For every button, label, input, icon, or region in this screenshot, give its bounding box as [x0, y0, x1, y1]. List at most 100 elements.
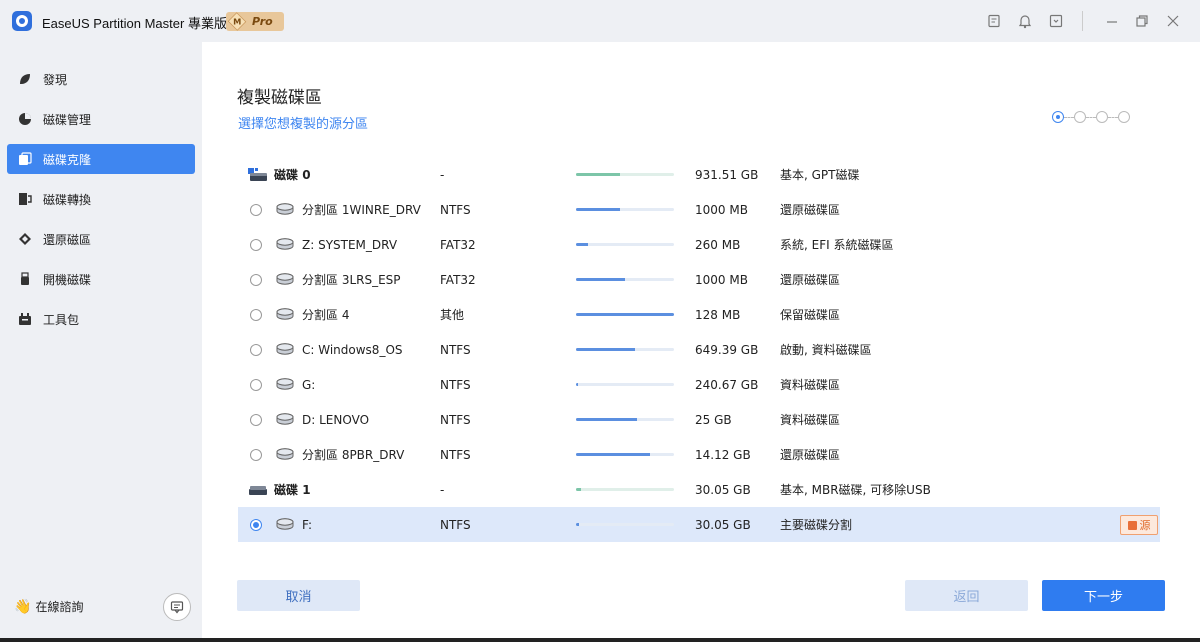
back-button[interactable]: 返回 [905, 580, 1028, 611]
partition-name: 分割區 4 [302, 308, 350, 322]
partition-icon [276, 413, 294, 425]
file-system: NTFS [440, 447, 471, 462]
online-help-label: 在線諮詢 [35, 600, 84, 614]
partition-size: 30.05 GB [695, 482, 751, 497]
usage-bar-fill [576, 418, 637, 421]
usage-bar [576, 453, 674, 456]
partition-radio[interactable] [250, 413, 262, 426]
partition-icon [276, 238, 294, 250]
gpt-disk-icon [248, 168, 268, 182]
usage-bar-fill [576, 488, 581, 491]
partition-icon [276, 343, 294, 355]
file-system: FAT32 [440, 237, 476, 252]
usage-bar [576, 278, 674, 281]
partition-radio[interactable] [250, 378, 262, 391]
partition-type: 系統, EFI 系統磁碟區 [780, 238, 894, 252]
disk-row: 磁碟 1 - 30.05 GB 基本, MBR磁碟, 可移除USB [238, 472, 1160, 507]
partition-radio[interactable] [250, 238, 262, 251]
sidebar: 發現 磁碟管理 磁碟克隆 磁碟轉換 還原磁區 開機磁碟 工具包 👋 在線諮詢 [0, 42, 202, 642]
dropdown-box-icon[interactable] [1047, 12, 1065, 30]
page-subtitle: 選擇您想複製的源分區 [238, 117, 369, 132]
usb-icon [17, 271, 33, 287]
partition-size: 260 MB [695, 237, 741, 252]
close-icon[interactable] [1164, 12, 1182, 30]
sidebar-item-disk-management[interactable]: 磁碟管理 [7, 104, 195, 134]
partition-type: 還原磁碟區 [780, 273, 841, 287]
clone-icon [17, 151, 33, 167]
partition-list: 磁碟 0 - 931.51 GB 基本, GPT磁碟 分割區 1WINRE_DRV NTF… [238, 157, 1160, 542]
partition-name: 分割區 3LRS_ESP [302, 273, 401, 287]
partition-row[interactable]: C: Windows8_OS NTFS 649.39 GB 啟動, 資料磁碟區 [238, 332, 1160, 367]
partition-radio[interactable] [250, 343, 262, 356]
feedback-button[interactable] [163, 593, 191, 621]
partition-name: F: [302, 517, 313, 532]
online-help-link[interactable]: 👋 在線諮詢 [14, 598, 83, 615]
partition-row[interactable]: F: NTFS 30.05 GB 主要磁碟分割 源 [238, 507, 1160, 542]
partition-size: 14.12 GB [695, 447, 751, 462]
partition-radio[interactable] [250, 518, 262, 531]
taskbar-edge [0, 638, 1200, 642]
partition-row[interactable]: 分割區 4 其他 128 MB 保留磁碟區 [238, 297, 1160, 332]
notes-icon[interactable] [985, 12, 1003, 30]
partition-name: 分割區 8PBR_DRV [302, 448, 405, 462]
step-dot-4 [1118, 111, 1130, 123]
disk-name: 磁碟 0 [274, 168, 311, 182]
partition-name: Z: SYSTEM_DRV [302, 237, 398, 252]
usage-bar [576, 383, 674, 386]
minimize-icon[interactable] [1103, 12, 1121, 30]
partition-row[interactable]: 分割區 3LRS_ESP FAT32 1000 MB 還原磁碟區 [238, 262, 1160, 297]
cancel-button[interactable]: 取消 [237, 580, 360, 611]
partition-row[interactable]: Z: SYSTEM_DRV FAT32 260 MB 系統, EFI 系統磁碟區 [238, 227, 1160, 262]
page-title: 複製磁碟區 [237, 88, 322, 108]
usage-bar-fill [576, 243, 588, 246]
pie-icon [17, 111, 33, 127]
next-button[interactable]: 下一步 [1042, 580, 1165, 611]
restore-icon[interactable] [1133, 12, 1151, 30]
usage-bar-fill [576, 453, 650, 456]
partition-radio[interactable] [250, 308, 262, 321]
file-system: NTFS [440, 377, 471, 392]
file-system: 其他 [440, 308, 465, 322]
pro-badge[interactable]: M Pro [226, 12, 284, 31]
partition-row[interactable]: D: LENOVO NTFS 25 GB 資料磁碟區 [238, 402, 1160, 437]
partition-icon [276, 448, 294, 460]
usage-bar [576, 243, 674, 246]
sidebar-item-discover[interactable]: 發現 [7, 64, 195, 94]
partition-size: 649.39 GB [695, 342, 759, 357]
sidebar-item-toolkit[interactable]: 工具包 [7, 304, 195, 334]
usage-bar [576, 418, 674, 421]
partition-row[interactable]: G: NTFS 240.67 GB 資料磁碟區 [238, 367, 1160, 402]
partition-type: 啟動, 資料磁碟區 [780, 343, 872, 357]
partition-radio[interactable] [250, 273, 262, 286]
title-bar: EaseUS Partition Master 專業版 M Pro [0, 0, 1200, 42]
usage-bar-fill [576, 278, 625, 281]
sidebar-item-label: 開機磁碟 [43, 272, 92, 287]
titlebar-separator [1082, 11, 1083, 31]
sidebar-item-disk-clone[interactable]: 磁碟克隆 [7, 144, 195, 174]
sidebar-item-label: 磁碟轉換 [43, 192, 92, 207]
partition-radio[interactable] [250, 203, 262, 216]
usage-bar [576, 488, 674, 491]
partition-radio[interactable] [250, 448, 262, 461]
file-system: - [440, 482, 445, 497]
usage-bar-fill [576, 523, 579, 526]
usage-bar-fill [576, 208, 621, 211]
bell-icon[interactable] [1016, 12, 1034, 30]
usage-bar [576, 313, 674, 316]
partition-size: 931.51 GB [695, 167, 759, 182]
partition-row[interactable]: 分割區 8PBR_DRV NTFS 14.12 GB 還原磁碟區 [238, 437, 1160, 472]
partition-row[interactable]: 分割區 1WINRE_DRV NTFS 1000 MB 還原磁碟區 [238, 192, 1160, 227]
usage-bar [576, 348, 674, 351]
disk-row: 磁碟 0 - 931.51 GB 基本, GPT磁碟 [238, 157, 1160, 192]
sidebar-item-recover-partition[interactable]: 還原磁區 [7, 224, 195, 254]
sidebar-item-boot-disk[interactable]: 開機磁碟 [7, 264, 195, 294]
file-system: NTFS [440, 412, 471, 427]
sidebar-item-label: 磁碟克隆 [43, 152, 92, 167]
usage-bar-fill [576, 313, 674, 316]
wave-hand-icon: 👋 [14, 598, 32, 615]
sidebar-item-label: 磁碟管理 [43, 112, 92, 127]
partition-type: 保留磁碟區 [780, 308, 841, 322]
usage-bar [576, 173, 674, 176]
sidebar-item-disk-convert[interactable]: 磁碟轉換 [7, 184, 195, 214]
partition-icon [276, 518, 294, 530]
